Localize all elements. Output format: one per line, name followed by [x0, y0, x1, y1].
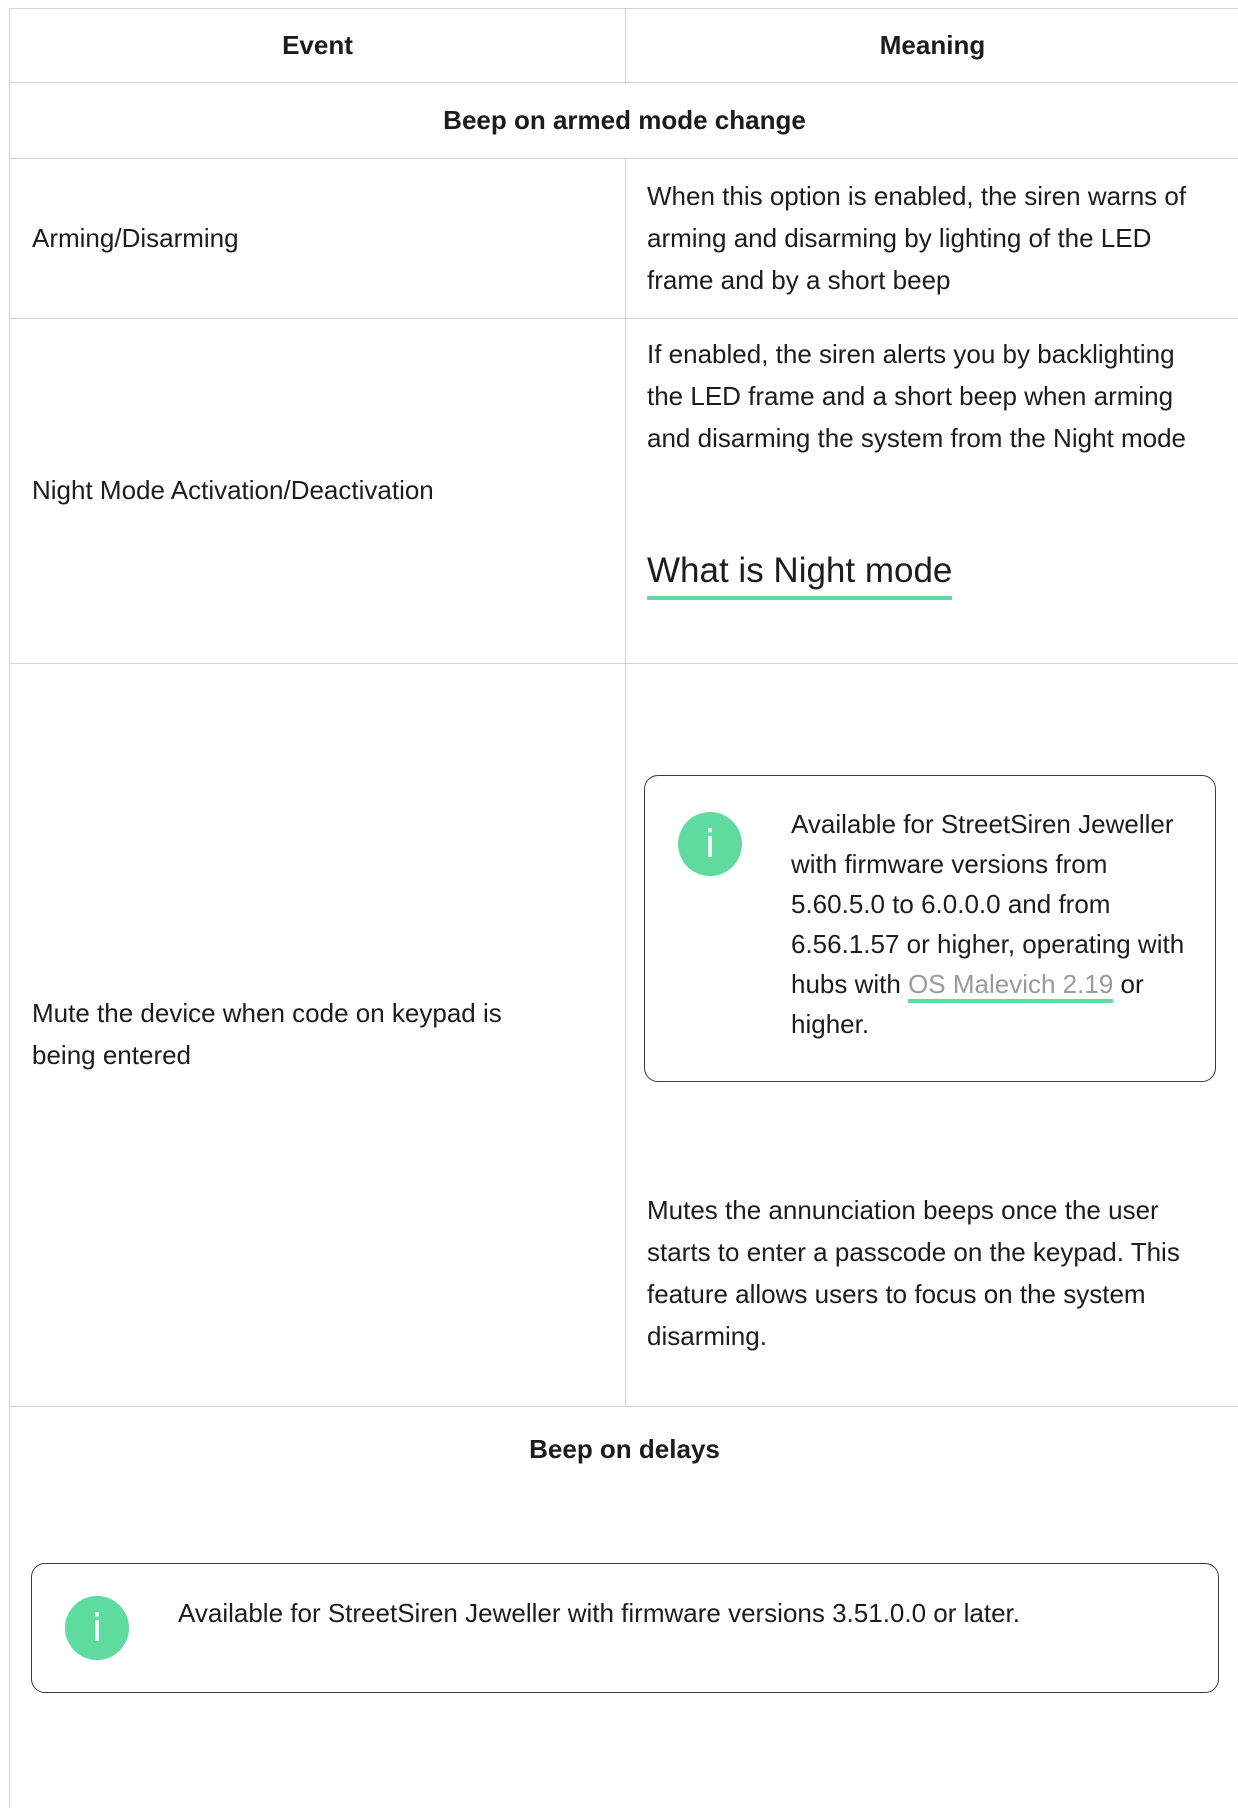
event-night-mode: Night Mode Activation/Deactivation: [32, 475, 434, 505]
os-malevich-link[interactable]: OS Malevich 2.19: [908, 969, 1114, 1003]
info-icon: i: [678, 812, 742, 876]
night-mode-link[interactable]: What is Night mode: [647, 548, 953, 600]
header-event: Event: [282, 30, 353, 60]
meaning-arming-disarming: When this option is enabled, the siren w…: [647, 181, 1187, 295]
header-meaning: Meaning: [879, 30, 986, 60]
event-arming-disarming: Arming/Disarming: [32, 223, 239, 253]
section-title-armed: Beep on armed mode change: [443, 105, 806, 135]
meaning-mute-keypad: Mutes the annunciation beeps once the us…: [647, 1195, 1180, 1351]
firmware-notice: i Available for StreetSiren Jeweller wit…: [644, 775, 1216, 1082]
meaning-night-mode: If enabled, the siren alerts you by back…: [647, 339, 1187, 453]
info-icon: i: [65, 1596, 129, 1660]
firmware-notice-text: Available for StreetSiren Jeweller with …: [791, 809, 1185, 1039]
section-title-delays: Beep on delays: [529, 1434, 720, 1464]
settings-table: Event Meaning Beep on armed mode change …: [9, 8, 1238, 1808]
delays-notice-text: Available for StreetSiren Jeweller with …: [178, 1598, 1021, 1628]
delays-notice: i Available for StreetSiren Jeweller wit…: [31, 1563, 1219, 1693]
event-mute-keypad: Mute the device when code on keypad is b…: [32, 998, 502, 1070]
